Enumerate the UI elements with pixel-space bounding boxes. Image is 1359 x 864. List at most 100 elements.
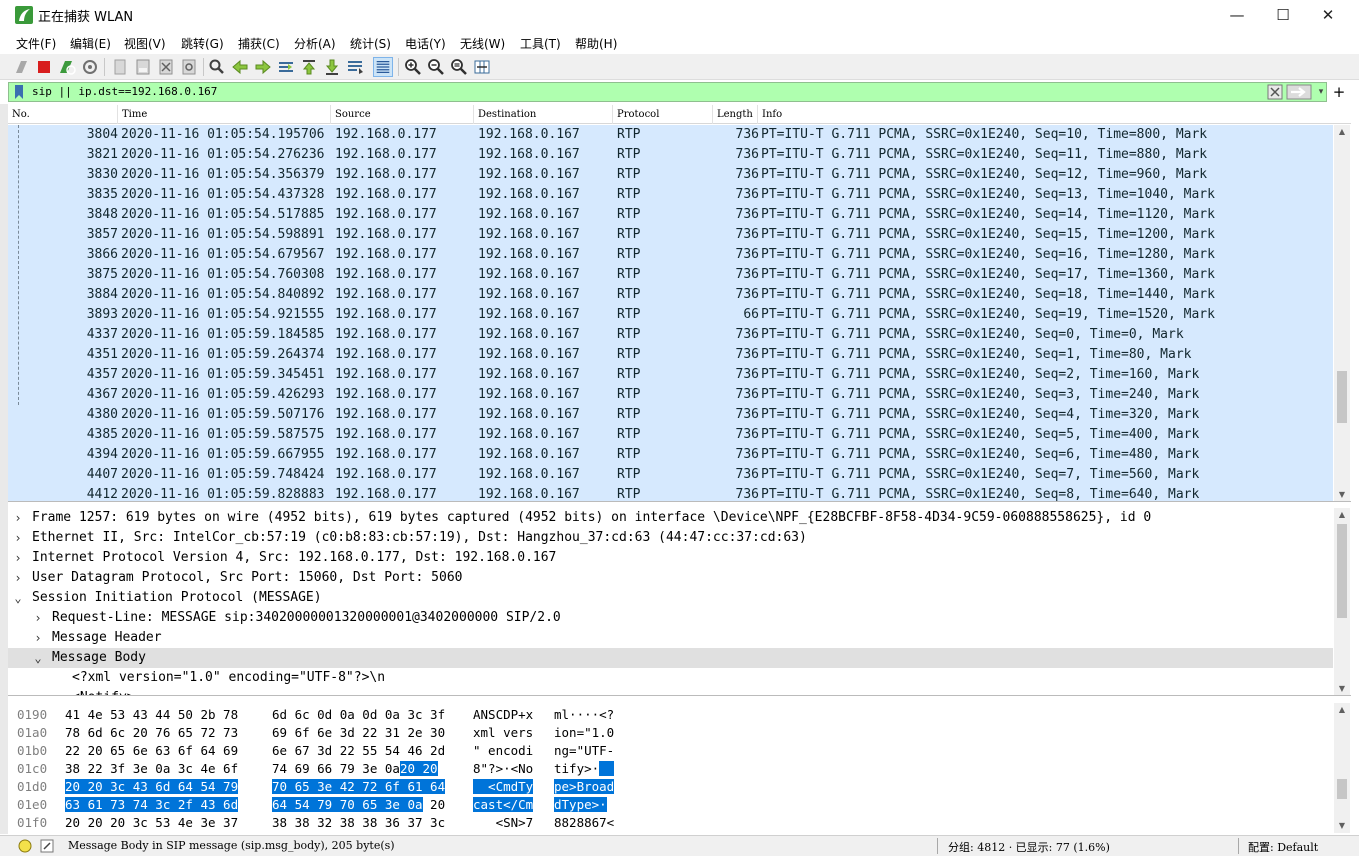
minimize-button[interactable]: —: [1214, 0, 1260, 30]
colorize-icon[interactable]: [373, 57, 393, 77]
menu-wireless[interactable]: 无线(W): [460, 35, 505, 52]
packet-row[interactable]: 3893 2020-11-16 01:05:54.921555 192.168.0.…: [8, 305, 1333, 325]
maximize-button[interactable]: ☐: [1260, 0, 1306, 30]
packet-list-scrollbar[interactable]: ▲ ▼: [1334, 125, 1350, 501]
go-back-icon[interactable]: [230, 57, 250, 77]
packet-row[interactable]: 4367 2020-11-16 01:05:59.426293 192.168.0.…: [8, 385, 1333, 405]
chevron-down-icon[interactable]: ⌄: [12, 588, 24, 608]
details-scrollbar[interactable]: ▲ ▼: [1334, 508, 1350, 695]
apply-filter-icon[interactable]: [1286, 84, 1312, 100]
chevron-right-icon[interactable]: ›: [32, 628, 44, 648]
menu-file[interactable]: 文件(F): [16, 35, 56, 52]
menu-help[interactable]: 帮助(H): [575, 35, 617, 52]
autoscroll-icon[interactable]: [345, 57, 365, 77]
column-header-source[interactable]: Source: [331, 105, 474, 124]
hex-row[interactable]: 0190 41 4e 53 43 44 50 2b 78 6d 6c 0d 0a 0…: [8, 706, 1333, 724]
column-header-length[interactable]: Length: [713, 105, 758, 124]
close-file-icon[interactable]: [156, 57, 176, 77]
packet-row[interactable]: 3848 2020-11-16 01:05:54.517885 192.168.0.…: [8, 205, 1333, 225]
packet-row[interactable]: 3821 2020-11-16 01:05:54.276236 192.168.0.…: [8, 145, 1333, 165]
packet-row[interactable]: 4351 2020-11-16 01:05:59.264374 192.168.0.…: [8, 345, 1333, 365]
packet-row[interactable]: 3830 2020-11-16 01:05:54.356379 192.168.0.…: [8, 165, 1333, 185]
hex-row[interactable]: 01a0 78 6d 6c 20 76 65 72 73 69 6f 6e 3d 2…: [8, 724, 1333, 742]
detail-row[interactable]: › Message Header: [8, 628, 1333, 648]
restart-capture-icon[interactable]: [57, 57, 77, 77]
menu-telephony[interactable]: 电话(Y): [405, 35, 446, 52]
detail-row[interactable]: <?xml version="1.0" encoding="UTF-8"?>\n: [8, 668, 1333, 688]
menu-view[interactable]: 视图(V): [124, 35, 166, 52]
hex-row[interactable]: 01f0 20 20 20 3c 53 4e 3e 37 38 38 32 38 3…: [8, 814, 1333, 832]
scroll-down-arrow-icon[interactable]: ▼: [1334, 819, 1350, 833]
detail-row[interactable]: › Ethernet II, Src: IntelCor_cb:57:19 (c0…: [8, 528, 1333, 548]
detail-row[interactable]: › Internet Protocol Version 4, Src: 192.1…: [8, 548, 1333, 568]
packet-row[interactable]: 4407 2020-11-16 01:05:59.748424 192.168.0.…: [8, 465, 1333, 485]
packet-row[interactable]: 3857 2020-11-16 01:05:54.598891 192.168.0.…: [8, 225, 1333, 245]
column-header-time[interactable]: Time: [118, 105, 331, 124]
stop-capture-icon[interactable]: [34, 57, 54, 77]
menu-edit[interactable]: 编辑(E): [70, 35, 111, 52]
packet-row[interactable]: 3866 2020-11-16 01:05:54.679567 192.168.0.…: [8, 245, 1333, 265]
scroll-up-arrow-icon[interactable]: ▲: [1334, 508, 1350, 522]
packet-row[interactable]: 3804 2020-11-16 01:05:54.195706 192.168.0.…: [8, 125, 1333, 145]
scroll-down-arrow-icon[interactable]: ▼: [1334, 488, 1350, 501]
chevron-right-icon[interactable]: ›: [32, 608, 44, 628]
chevron-right-icon[interactable]: ›: [12, 568, 24, 588]
save-file-icon[interactable]: [133, 57, 153, 77]
detail-row[interactable]: › Frame 1257: 619 bytes on wire (4952 bit…: [8, 508, 1333, 528]
clear-filter-icon[interactable]: [1267, 84, 1283, 100]
scroll-down-arrow-icon[interactable]: ▼: [1334, 682, 1350, 695]
filter-history-dropdown[interactable]: ▾: [1315, 84, 1327, 100]
menu-statistics[interactable]: 统计(S): [350, 35, 391, 52]
menu-go[interactable]: 跳转(G): [181, 35, 224, 52]
column-header-no[interactable]: No.: [8, 105, 118, 124]
go-last-icon[interactable]: [322, 57, 342, 77]
zoom-normal-icon[interactable]: [449, 57, 469, 77]
go-forward-icon[interactable]: [253, 57, 273, 77]
chevron-right-icon[interactable]: ›: [12, 528, 24, 548]
detail-row[interactable]: ⌄ Message Body: [8, 648, 1333, 668]
reload-file-icon[interactable]: [179, 57, 199, 77]
detail-row[interactable]: › User Datagram Protocol, Src Port: 15060…: [8, 568, 1333, 588]
scroll-thumb[interactable]: [1337, 371, 1347, 423]
packet-row[interactable]: 3884 2020-11-16 01:05:54.840892 192.168.0.…: [8, 285, 1333, 305]
hex-row[interactable]: 01c0 38 22 3f 3e 0a 3c 4e 6f 74 69 66 79 3…: [8, 760, 1333, 778]
display-filter-input[interactable]: sip || ip.dst==192.168.0.167: [32, 85, 217, 98]
go-to-packet-icon[interactable]: [276, 57, 296, 77]
scroll-thumb[interactable]: [1337, 524, 1347, 618]
column-header-destination[interactable]: Destination: [474, 105, 613, 124]
packet-row[interactable]: 4412 2020-11-16 01:05:59.828883 192.168.0.…: [8, 485, 1333, 501]
resize-columns-icon[interactable]: [472, 57, 492, 77]
start-capture-icon[interactable]: [12, 57, 32, 77]
chevron-right-icon[interactable]: ›: [12, 548, 24, 568]
edit-comment-icon[interactable]: [40, 839, 54, 853]
profile-label[interactable]: 配置: Default: [1248, 839, 1318, 855]
zoom-in-icon[interactable]: [403, 57, 423, 77]
hex-row[interactable]: 01e0 63 61 73 74 3c 2f 43 6d 64 54 79 70 6…: [8, 796, 1333, 814]
add-filter-button[interactable]: +: [1332, 82, 1346, 102]
scroll-up-arrow-icon[interactable]: ▲: [1334, 125, 1350, 139]
capture-options-icon[interactable]: [80, 57, 100, 77]
column-header-info[interactable]: Info: [758, 105, 1351, 124]
menu-analyze[interactable]: 分析(A): [294, 35, 336, 52]
go-first-icon[interactable]: [299, 57, 319, 77]
hex-row[interactable]: 01d0 20 20 3c 43 6d 64 54 79 70 65 3e 42 7…: [8, 778, 1333, 796]
packet-row[interactable]: 4394 2020-11-16 01:05:59.667955 192.168.0.…: [8, 445, 1333, 465]
open-file-icon[interactable]: [110, 57, 130, 77]
packet-row[interactable]: 3875 2020-11-16 01:05:54.760308 192.168.0.…: [8, 265, 1333, 285]
menu-capture[interactable]: 捕获(C): [238, 35, 280, 52]
packet-row[interactable]: 4337 2020-11-16 01:05:59.184585 192.168.0.…: [8, 325, 1333, 345]
bytes-scrollbar[interactable]: ▲ ▼: [1334, 703, 1350, 833]
packet-row[interactable]: 4385 2020-11-16 01:05:59.587575 192.168.0.…: [8, 425, 1333, 445]
packet-row[interactable]: 4357 2020-11-16 01:05:59.345451 192.168.0.…: [8, 365, 1333, 385]
hex-row[interactable]: 01b0 22 20 65 6e 63 6f 64 69 6e 67 3d 22 5…: [8, 742, 1333, 760]
detail-row[interactable]: <Notify>: [8, 688, 1333, 695]
detail-row[interactable]: ⌄ Session Initiation Protocol (MESSAGE): [8, 588, 1333, 608]
detail-row[interactable]: › Request-Line: MESSAGE sip:3402000000132…: [8, 608, 1333, 628]
menu-tools[interactable]: 工具(T): [520, 35, 561, 52]
scroll-up-arrow-icon[interactable]: ▲: [1334, 703, 1350, 717]
column-header-protocol[interactable]: Protocol: [613, 105, 713, 124]
find-packet-icon[interactable]: [207, 57, 227, 77]
chevron-right-icon[interactable]: ›: [12, 508, 24, 528]
chevron-down-icon[interactable]: ⌄: [32, 648, 44, 668]
bookmark-icon[interactable]: [14, 85, 24, 99]
